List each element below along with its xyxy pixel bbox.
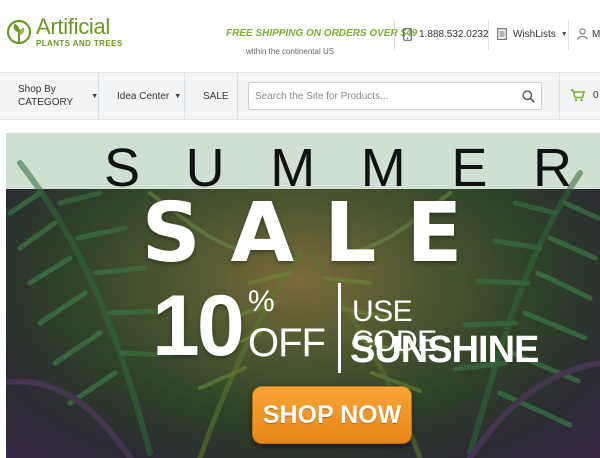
logo-subtitle: PLANTS AND TREES [36, 39, 123, 48]
cart-icon [570, 89, 585, 102]
wishlists-menu[interactable]: WishLists ▼ [497, 28, 568, 40]
user-icon [577, 28, 588, 40]
hero-banner[interactable]: S U M M E R SALE 10 % OFF USE CODE: SUNS… [0, 133, 600, 458]
phone-icon [403, 28, 412, 41]
hero-percent-sign: % [248, 285, 275, 318]
hero-off-label: OFF [248, 321, 326, 365]
nav-sale-label: SALE [203, 90, 229, 102]
header-divider [568, 20, 569, 50]
shipping-promo: FREE SHIPPING ON ORDERS OVER $49 within … [226, 28, 418, 56]
header-divider [394, 20, 395, 50]
hero-discount-value: 10 [152, 278, 245, 374]
nav-category-label: CATEGORY [18, 97, 74, 108]
nav-sale[interactable]: SALE [203, 73, 229, 119]
search-bar [248, 82, 542, 110]
nav-divider [559, 73, 560, 119]
nav-divider [98, 73, 99, 119]
wishlists-label: WishLists [513, 28, 556, 40]
site-logo[interactable]: Artificial PLANTS AND TREES [6, 16, 123, 48]
nav-divider [237, 73, 238, 119]
nav-shop-by-category[interactable]: Shop By CATEGORY ▼ [18, 73, 98, 119]
document-icon [497, 28, 507, 40]
hero-offer-divider [338, 283, 341, 373]
account-label: M [592, 28, 600, 40]
hero-offer: 10 % OFF USE CODE: SUNSHINE [152, 278, 539, 374]
nav-shop-by-label: Shop By [18, 83, 56, 95]
search-icon [521, 89, 535, 103]
main-nav: Shop By CATEGORY ▼ Idea Center ▼ SALE 0 [0, 72, 600, 120]
hero-promo-code: SUNSHINE [350, 329, 539, 371]
cart-count: 0 [593, 90, 599, 101]
hero-summer-letter: S [104, 138, 141, 198]
shop-now-button[interactable]: SHOP NOW [252, 386, 412, 444]
logo-title: Artificial [36, 14, 111, 39]
nav-divider [184, 73, 185, 119]
leaf-logo-icon [6, 19, 32, 45]
phone-number: 1.888.532.0232 [419, 29, 489, 40]
phone-link[interactable]: 1.888.532.0232 [403, 28, 489, 41]
account-menu[interactable]: M [577, 28, 600, 40]
site-header: Artificial PLANTS AND TREES FREE SHIPPIN… [0, 0, 600, 72]
search-input[interactable] [249, 84, 515, 108]
hero-sale-heading: SALE [141, 186, 493, 281]
cart-button[interactable]: 0 [570, 89, 599, 102]
header-divider [488, 20, 489, 50]
search-button[interactable] [515, 83, 541, 109]
shipping-promo-text: FREE SHIPPING ON ORDERS OVER $49 [226, 28, 418, 39]
chevron-down-icon: ▼ [174, 92, 182, 100]
nav-idea-center-label: Idea Center [117, 90, 170, 102]
shipping-promo-subtext: within the continental US [246, 47, 335, 56]
hero-summer-letter: R [533, 138, 572, 198]
chevron-down-icon: ▼ [560, 30, 568, 38]
nav-idea-center[interactable]: Idea Center ▼ [117, 73, 181, 119]
